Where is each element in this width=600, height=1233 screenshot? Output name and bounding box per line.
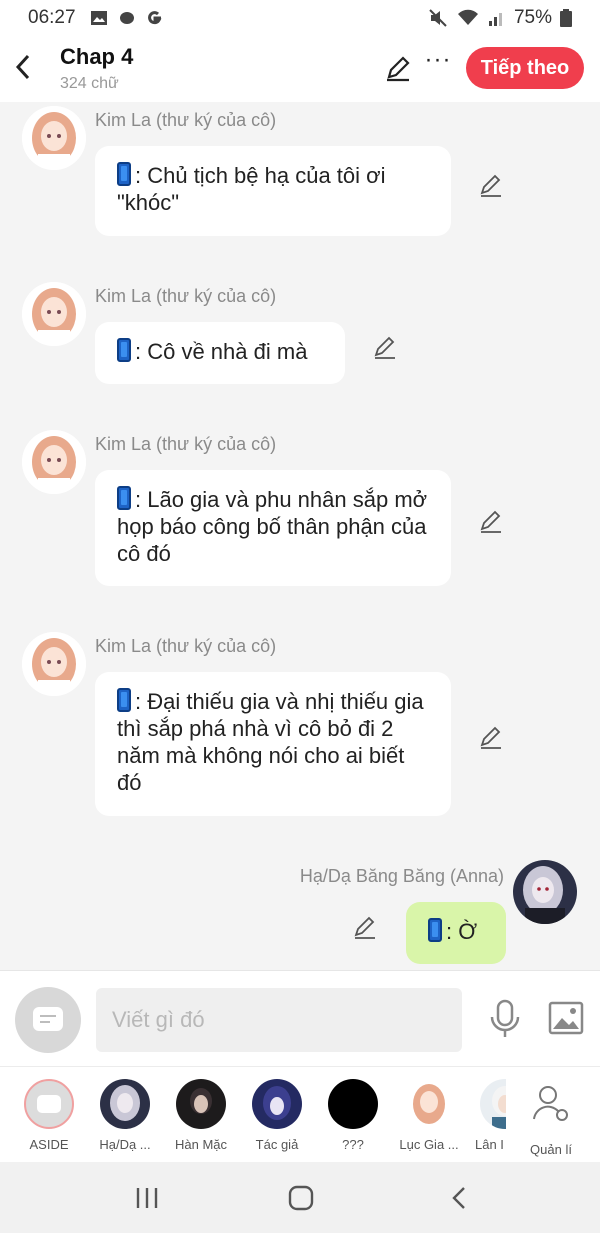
- edit-message-icon[interactable]: [478, 508, 504, 534]
- next-chapter-button[interactable]: Tiếp theo: [466, 47, 584, 89]
- avatar: [176, 1079, 226, 1129]
- chapter-title: Chap 4: [60, 44, 134, 69]
- message-text: : Ờ: [446, 919, 478, 944]
- sender-name: Hạ/Dạ Băng Băng (Anna): [299, 866, 504, 886]
- status-bar: 06:27 75%: [0, 0, 600, 36]
- edit-message-icon[interactable]: [478, 724, 504, 750]
- message-bubble[interactable]: : Cô về nhà đi mà: [95, 322, 345, 384]
- avatar-kim-la-image: [22, 430, 86, 494]
- aside-icon: [33, 1007, 63, 1031]
- mute-icon: [429, 9, 447, 27]
- more-options-button[interactable]: ···: [424, 48, 452, 80]
- avatar: [404, 1079, 454, 1129]
- word-count: 324 chữ: [60, 75, 119, 92]
- edit-message-icon[interactable]: [372, 334, 398, 360]
- character-label: Lân I: [475, 1137, 504, 1152]
- character-label: Lục Gia ...: [399, 1137, 459, 1152]
- sender-name: Kim La (thư ký của cô): [95, 110, 277, 130]
- system-navigation-bar: [0, 1162, 600, 1233]
- character-label: Hạ/Dạ ...: [99, 1137, 151, 1152]
- battery-percent: 75%: [513, 7, 552, 28]
- character-aside[interactable]: ASIDE: [14, 1079, 84, 1152]
- message-bubble[interactable]: : Chủ tịch bệ hạ của tôi ơi "khóc": [95, 146, 451, 236]
- home-icon[interactable]: [287, 1184, 315, 1212]
- manage-characters-button[interactable]: Quản lí: [516, 1079, 586, 1157]
- gallery-icon: [90, 11, 107, 25]
- google-icon: [147, 11, 162, 25]
- character-item[interactable]: Hạ/Dạ ...: [90, 1079, 160, 1152]
- character-label: Tác giả: [255, 1137, 299, 1152]
- phone-icon: [428, 918, 442, 942]
- chapter-header: Chap 4 324 chữ ··· Tiếp theo: [0, 36, 600, 102]
- back-icon[interactable]: [10, 50, 36, 84]
- signal-icon: [488, 13, 502, 26]
- avatar[interactable]: [513, 860, 577, 924]
- system-back-icon[interactable]: [448, 1184, 472, 1212]
- avatar-kim-la-image: [22, 282, 86, 346]
- messenger-icon: [119, 12, 134, 24]
- avatar-kim-la-image: [22, 106, 86, 170]
- message-text: : Lão gia và phu nhân sắp mở họp báo côn…: [117, 487, 428, 566]
- message-bubble[interactable]: : Ờ: [406, 902, 506, 964]
- sender-name: Kim La (thư ký của cô): [95, 636, 277, 656]
- chat-area[interactable]: Kim La (thư ký của cô) : Chủ tịch bệ hạ …: [0, 102, 600, 970]
- avatar[interactable]: [22, 106, 86, 170]
- character-selector: ASIDE Hạ/Dạ ... Hàn Mặc Tác giả ??? Lục …: [0, 1066, 600, 1162]
- recent-apps-icon[interactable]: [134, 1184, 160, 1212]
- image-icon[interactable]: [548, 1001, 584, 1035]
- manage-users-icon: [533, 1086, 568, 1121]
- avatar[interactable]: [22, 282, 86, 346]
- character-label: ???: [342, 1137, 364, 1152]
- edit-icon[interactable]: [384, 54, 412, 82]
- edit-message-icon[interactable]: [478, 172, 504, 198]
- character-item[interactable]: Lân I: [470, 1079, 506, 1152]
- aside-round-icon: [24, 1079, 74, 1129]
- avatar[interactable]: [22, 430, 86, 494]
- wifi-icon: [457, 9, 478, 25]
- status-time: 06:27: [28, 7, 76, 28]
- microphone-icon[interactable]: [488, 999, 522, 1039]
- character-item[interactable]: Tác giả: [242, 1079, 312, 1152]
- avatar: [252, 1079, 302, 1129]
- phone-icon: [117, 338, 131, 362]
- message-text: : Đại thiếu gia và nhị thiếu gia thì sắp…: [117, 689, 424, 795]
- avatar-kim-la-image: [22, 632, 86, 696]
- character-item[interactable]: ???: [318, 1079, 388, 1152]
- avatar: [328, 1079, 378, 1129]
- avatar: [480, 1079, 506, 1129]
- edit-message-icon[interactable]: [352, 914, 378, 940]
- message-bubble[interactable]: : Lão gia và phu nhân sắp mở họp báo côn…: [95, 470, 451, 586]
- avatar[interactable]: [22, 632, 86, 696]
- message-input[interactable]: [96, 988, 462, 1052]
- phone-icon: [117, 486, 131, 510]
- sender-name: Kim La (thư ký của cô): [95, 286, 277, 306]
- message-bubble[interactable]: : Đại thiếu gia và nhị thiếu gia thì sắp…: [95, 672, 451, 816]
- battery-icon: [560, 9, 572, 27]
- avatar: [100, 1079, 150, 1129]
- character-item[interactable]: Hàn Mặc: [166, 1079, 236, 1152]
- character-label: ASIDE: [29, 1137, 69, 1152]
- aside-toggle-button[interactable]: [15, 987, 81, 1053]
- message-text: : Cô về nhà đi mà: [135, 339, 308, 364]
- sender-name: Kim La (thư ký của cô): [95, 434, 277, 454]
- character-label: Quản lí: [530, 1142, 572, 1157]
- character-item[interactable]: Lục Gia ...: [394, 1079, 464, 1152]
- message-input-bar: [0, 970, 600, 1066]
- phone-icon: [117, 162, 131, 186]
- character-label: Hàn Mặc: [174, 1137, 228, 1152]
- avatar-anna-image: [513, 860, 577, 924]
- message-text: : Chủ tịch bệ hạ của tôi ơi "khóc": [117, 163, 386, 215]
- phone-icon: [117, 688, 131, 712]
